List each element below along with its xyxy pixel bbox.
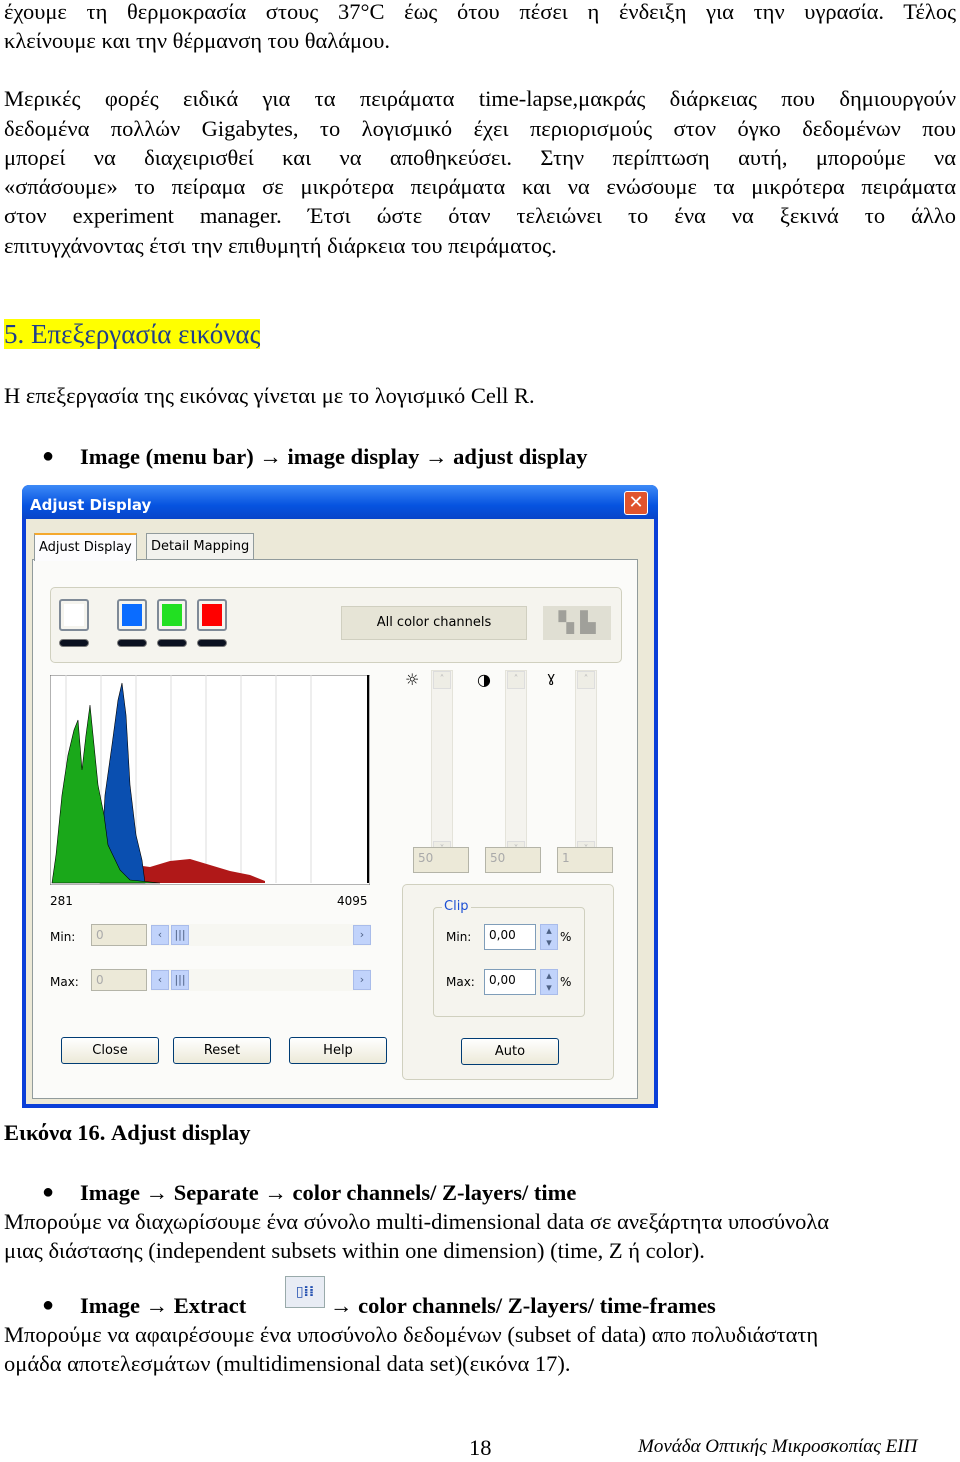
- channel-green-button[interactable]: [157, 599, 187, 631]
- auto-button[interactable]: Auto: [461, 1038, 559, 1065]
- close-icon[interactable]: ✕: [624, 491, 648, 515]
- clip-label: Clip: [442, 899, 471, 914]
- clip-min-label: Min:: [446, 930, 472, 944]
- close-button[interactable]: Close: [61, 1037, 159, 1064]
- bullet-icon: ●: [42, 1294, 55, 1316]
- bullet-text: → color channels/ Z-layers/ time-frames: [330, 1293, 716, 1318]
- contrast-slider[interactable]: ˄˅: [505, 670, 527, 860]
- brightness-icon: ☼: [405, 670, 420, 689]
- text-line: Μπορούμε να διαχωρίσουμε ένα σύνολο mult…: [4, 1209, 830, 1234]
- max-label: Max:: [50, 975, 79, 989]
- gamma-input[interactable]: 1: [557, 847, 613, 873]
- text-line: «σπάσουμε» το πείραμα σε μικρότερα πειρά…: [4, 174, 956, 199]
- text-line: επιτυγχάνοντας έτσι την επιθυμητή διάρκε…: [4, 233, 557, 258]
- channel-green-swatch: [162, 604, 182, 626]
- bullet-text: Image → Separate → color channels/ Z-lay…: [80, 1180, 577, 1205]
- clip-max-unit: %: [560, 975, 572, 989]
- channel-white-slider[interactable]: [59, 639, 89, 647]
- intro-text: Η επεξεργασία της εικόνας γίνεται με το …: [4, 383, 535, 408]
- max-scrollbar[interactable]: ‹ ||| ›: [151, 969, 371, 991]
- brightness-input[interactable]: 50: [413, 847, 469, 873]
- scroll-thumb[interactable]: |||: [171, 925, 189, 945]
- contrast-icon: ◑: [477, 670, 491, 689]
- text-line: μπορεί να διαχειρισθεί και να αποθηκεύσε…: [4, 145, 956, 170]
- scroll-left-icon[interactable]: ‹: [151, 970, 169, 990]
- text-line: κλείνουμε και την θέρμανση του θαλάμου.: [4, 28, 391, 53]
- clip-min-spinner[interactable]: ▴ ▾: [540, 924, 558, 950]
- link-channels-icon[interactable]: ▚ ▙: [543, 606, 611, 640]
- channel-white-button[interactable]: [59, 599, 89, 631]
- histogram: [50, 675, 370, 885]
- help-button[interactable]: Help: [289, 1037, 387, 1064]
- scroll-right-icon[interactable]: ›: [353, 925, 371, 945]
- text-line: ομάδα αποτελεσμάτων (multidimensional da…: [4, 1351, 571, 1376]
- reset-button[interactable]: Reset: [173, 1037, 271, 1064]
- bullet-icon: ●: [42, 445, 55, 467]
- figure-caption: Εικόνα 16. Adjust display: [4, 1120, 251, 1145]
- gamma-icon: ɣ: [547, 670, 556, 686]
- text-line: στον experiment manager. Έτσι ώστε όταν …: [4, 203, 956, 228]
- scroll-left-icon[interactable]: ‹: [151, 925, 169, 945]
- contrast-input[interactable]: 50: [485, 847, 541, 873]
- page-number: 18: [469, 1435, 492, 1460]
- channel-red-swatch: [202, 604, 222, 626]
- clip-max-label: Max:: [446, 975, 475, 989]
- histogram-min-label: 281: [50, 894, 73, 908]
- heading-text: 5. Επεξεργασία εικόνας: [4, 319, 261, 349]
- channel-group: All color channels ▚ ▙: [50, 587, 622, 663]
- min-input[interactable]: 0: [91, 924, 147, 946]
- clip-group: Clip Min: 0,00 ▴ ▾ % Max: 0,00 ▴ ▾ %: [433, 899, 585, 1017]
- clip-min-unit: %: [560, 930, 572, 944]
- brightness-slider[interactable]: ˄˅: [431, 670, 453, 860]
- dialog-title: Adjust Display: [22, 485, 658, 519]
- extract-icon: ▯⁞⁞: [285, 1276, 325, 1308]
- text-line: Μπορούμε να αφαιρέσουμε ένα υποσύνολο δε…: [4, 1322, 819, 1347]
- channel-white-swatch: [64, 604, 84, 626]
- section-heading: 5. Επεξεργασία εικόνας: [4, 319, 956, 350]
- gamma-slider[interactable]: ˄˅: [575, 670, 597, 860]
- channel-select[interactable]: All color channels: [341, 606, 527, 640]
- channel-blue-slider[interactable]: [117, 639, 147, 647]
- text-line: δεδομένα πολλών Gigabytes, το λογισμικό …: [4, 116, 956, 141]
- bullet-icon: ●: [42, 1181, 55, 1203]
- channel-green-slider[interactable]: [157, 639, 187, 647]
- scroll-right-icon[interactable]: ›: [353, 970, 371, 990]
- clip-panel: Clip Min: 0,00 ▴ ▾ % Max: 0,00 ▴ ▾ % Auto: [402, 884, 614, 1080]
- clip-max-spinner[interactable]: ▴ ▾: [540, 969, 558, 995]
- tab-adjust-display[interactable]: Adjust Display: [34, 533, 137, 561]
- text-line: Μερικές φορές ειδικά για τα πειράματα ti…: [4, 86, 956, 111]
- footer-text: Μονάδα Οπτικής Μικροσκοπίας ΕΙΠ: [638, 1436, 918, 1457]
- text-line: έχουμε τη θερμοκρασία στους 37°C έως ότο…: [4, 0, 956, 24]
- adjust-display-dialog: Adjust Display ✕ Adjust Display Detail M…: [22, 485, 658, 1108]
- clip-max-input[interactable]: 0,00: [484, 969, 536, 995]
- text-line: μιας διάστασης (independent subsets with…: [4, 1238, 705, 1263]
- tab-detail-mapping[interactable]: Detail Mapping: [146, 533, 255, 560]
- channel-red-slider[interactable]: [197, 639, 227, 647]
- channel-blue-button[interactable]: [117, 599, 147, 631]
- scroll-thumb[interactable]: |||: [171, 970, 189, 990]
- max-input[interactable]: 0: [91, 969, 147, 991]
- clip-min-input[interactable]: 0,00: [484, 924, 536, 950]
- channel-red-button[interactable]: [197, 599, 227, 631]
- histogram-max-label: 4095: [337, 894, 368, 908]
- bullet-text: Image → Extract: [80, 1293, 247, 1318]
- channel-blue-swatch: [122, 604, 142, 626]
- min-label: Min:: [50, 930, 76, 944]
- bullet-text: Image (menu bar) → image display → adjus…: [80, 444, 588, 469]
- min-scrollbar[interactable]: ‹ ||| ›: [151, 924, 371, 946]
